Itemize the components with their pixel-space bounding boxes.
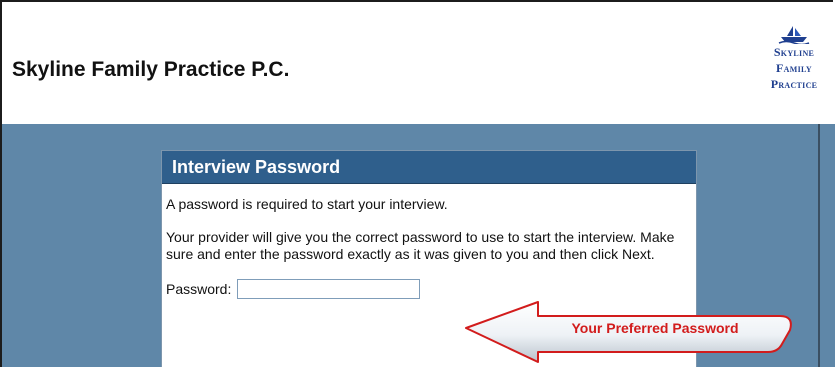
- logo-line-practice: Practice: [770, 77, 818, 91]
- password-input[interactable]: [237, 279, 421, 299]
- intro-text: A password is required to start your int…: [166, 196, 448, 212]
- site-title: Skyline Family Practice P.C.: [12, 58, 290, 81]
- callout-text: Your Preferred Password: [571, 320, 739, 336]
- password-label: Password:: [166, 281, 232, 297]
- logo-line-skyline: Skyline: [773, 45, 815, 59]
- practice-logo: Skyline Family Practice: [754, 24, 834, 120]
- site-header: Skyline Family Practice P.C. Skyline Fam…: [2, 2, 835, 126]
- panel-title: Interview Password: [162, 151, 696, 184]
- page-right-border: [818, 124, 820, 367]
- panel-body: A password is required to start your int…: [162, 184, 696, 299]
- instructions-text: Your provider will give you the correct …: [166, 229, 675, 262]
- password-row: Password:: [166, 279, 692, 299]
- ship-icon: [778, 26, 810, 44]
- logo-line-family: Family: [776, 61, 812, 75]
